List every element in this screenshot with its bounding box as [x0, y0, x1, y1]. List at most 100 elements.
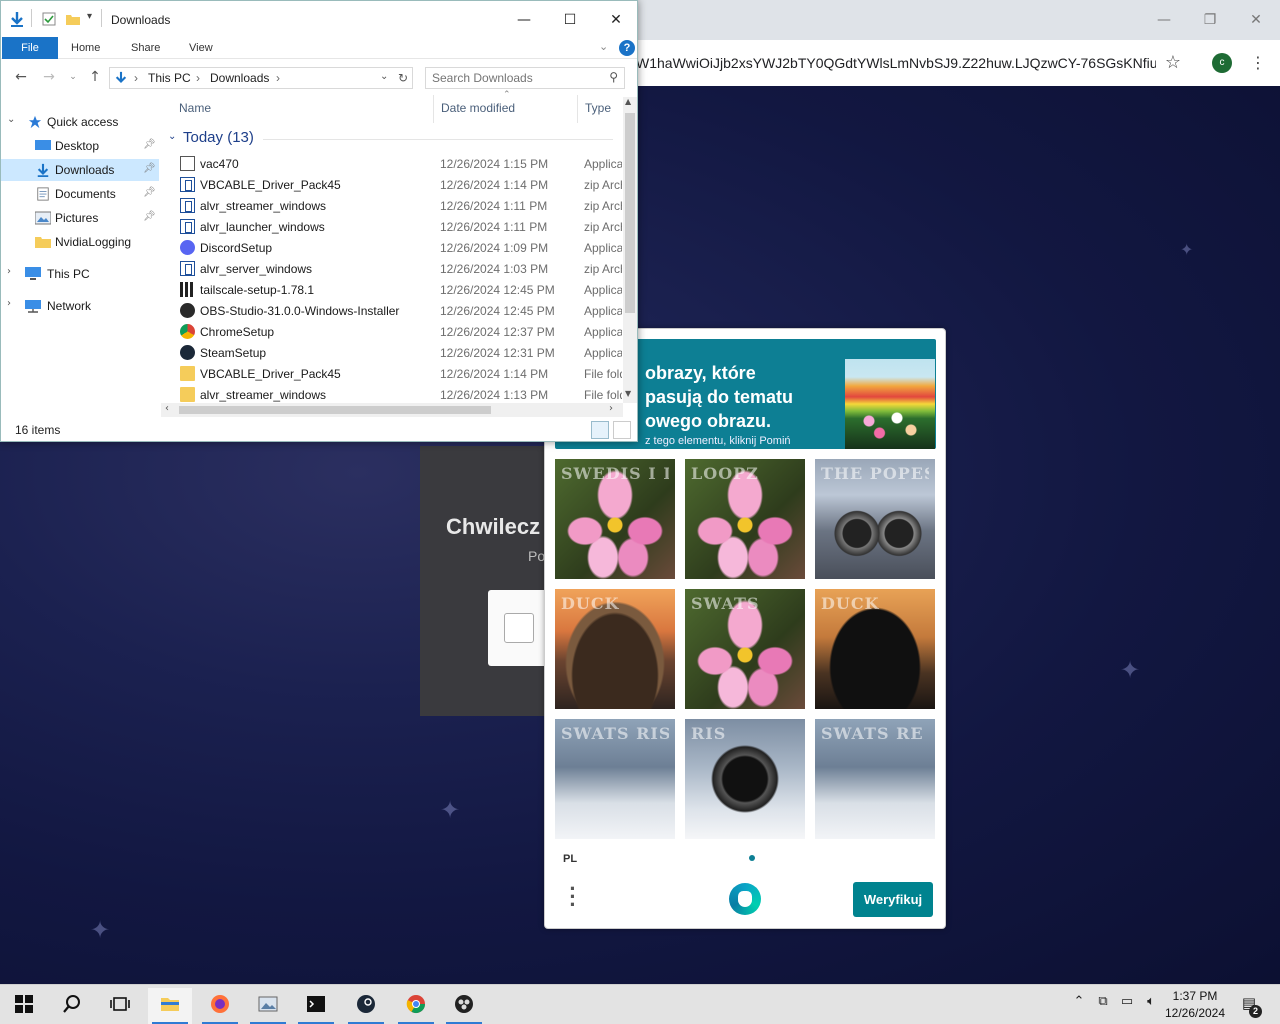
steam-file-icon	[180, 345, 195, 360]
large-icons-view-icon[interactable]	[613, 421, 631, 439]
search-taskbar-button[interactable]	[50, 988, 94, 1024]
breadcrumb-downloads[interactable]: Downloads	[210, 71, 269, 85]
breadcrumb-separator: ›	[196, 71, 200, 85]
explorer-close-button[interactable]: ✕	[593, 7, 639, 33]
scroll-left-icon[interactable]: ‹	[165, 403, 169, 414]
back-arrow-icon[interactable]: ←	[13, 69, 29, 85]
group-collapse-icon[interactable]: ⌄	[168, 131, 176, 142]
ethernet-tray-icon[interactable]: ▭	[1118, 994, 1136, 1012]
chrome-menu-icon[interactable]: ⋮	[1250, 52, 1266, 74]
nav-item-desktop[interactable]: Desktop 📌︎	[1, 135, 159, 157]
taskbar-obs-button[interactable]	[442, 988, 486, 1024]
nav-expand-icon[interactable]: ›	[7, 298, 11, 309]
file-name: ChromeSetup	[200, 325, 275, 339]
file-row[interactable]: tailscale-setup-1.78.1 12/26/2024 12:45 P…	[177, 279, 623, 300]
file-row[interactable]: SteamSetup 12/26/2024 12:31 PM Application	[177, 342, 623, 363]
taskbar-chrome-button[interactable]	[394, 988, 438, 1024]
vertical-scroll-thumb[interactable]	[625, 113, 635, 313]
nav-expand-icon[interactable]: ›	[7, 266, 11, 277]
horizontal-scroll-thumb[interactable]	[179, 406, 491, 414]
ribbon-tab-share[interactable]: Share	[131, 42, 160, 54]
file-row[interactable]: ChromeSetup 12/26/2024 12:37 PM Applicatio…	[177, 321, 623, 342]
details-view-icon[interactable]	[591, 421, 609, 439]
captcha-tile[interactable]: SWEDIS I LOOPZ	[555, 459, 675, 579]
explorer-maximize-button[interactable]: ☐	[547, 7, 593, 33]
file-row[interactable]: DiscordSetup 12/26/2024 1:09 PM Applicatio…	[177, 237, 623, 258]
verify-button[interactable]: Weryfikuj	[853, 882, 933, 917]
address-field[interactable]: › This PC › Downloads › ⌄ ↻	[109, 67, 413, 89]
scroll-down-icon[interactable]: ▼	[625, 389, 631, 398]
taskbar-terminal-button[interactable]	[294, 988, 338, 1024]
taskbar-steam-button[interactable]	[344, 988, 388, 1024]
expand-ribbon-icon[interactable]: ⌄	[599, 40, 608, 53]
captcha-tile[interactable]: DUCK	[555, 589, 675, 709]
system-clock[interactable]: 1:37 PM 12/26/2024	[1160, 988, 1230, 1022]
nav-expand-icon[interactable]: ⌄	[7, 114, 15, 125]
group-header-today[interactable]: Today (13)	[183, 129, 254, 146]
captcha-tile[interactable]: THE POPES LARAND	[815, 459, 935, 579]
taskbar-firefox-button[interactable]	[198, 988, 242, 1024]
nav-item-downloads[interactable]: Downloads 📌︎	[1, 159, 159, 181]
forward-arrow-icon[interactable]: →	[41, 69, 57, 85]
show-hidden-icons-icon[interactable]: ⌃	[1070, 994, 1088, 1012]
language-selector[interactable]: PL	[563, 853, 577, 865]
nav-item-nvidialogging[interactable]: NvidiaLogging	[1, 231, 159, 253]
start-button[interactable]	[2, 988, 46, 1024]
nav-item-documents[interactable]: Documents 📌︎	[1, 183, 159, 205]
chrome-minimize-button[interactable]: —	[1152, 8, 1176, 32]
captcha-tile[interactable]: SWATS	[685, 589, 805, 709]
chrome-close-button[interactable]: ✕	[1244, 8, 1268, 32]
address-dropdown-icon[interactable]: ⌄	[380, 71, 388, 82]
profile-avatar[interactable]: c	[1212, 53, 1232, 73]
file-row[interactable]: VBCABLE_Driver_Pack45 12/26/2024 1:14 PM F…	[177, 363, 623, 384]
column-header-name[interactable]: Name	[179, 101, 211, 115]
captcha-checkbox[interactable]	[504, 613, 534, 643]
file-row[interactable]: alvr_launcher_windows 12/26/2024 1:11 PM z…	[177, 216, 623, 237]
scroll-up-icon[interactable]: ▲	[625, 97, 631, 106]
file-row[interactable]: VBCABLE_Driver_Pack45 12/26/2024 1:14 PM z…	[177, 174, 623, 195]
nav-item-quick-access[interactable]: ⌄ Quick access	[1, 111, 159, 133]
search-input[interactable]	[432, 70, 602, 86]
captcha-tile[interactable]: RIS	[685, 719, 805, 839]
taskbar-file-explorer-button[interactable]	[148, 988, 192, 1024]
ribbon-tab-file[interactable]: File	[2, 37, 58, 59]
captcha-menu-icon[interactable]: · · ·	[567, 878, 579, 916]
up-arrow-icon[interactable]: ↑	[87, 69, 103, 85]
column-header-type[interactable]: Type	[585, 101, 611, 115]
scroll-right-icon[interactable]: ›	[609, 403, 613, 414]
file-row[interactable]: vac470 12/26/2024 1:15 PM Application	[177, 153, 623, 174]
discord-file-icon	[180, 240, 195, 255]
help-icon[interactable]: ?	[619, 40, 635, 56]
nav-item-network[interactable]: › Network	[1, 295, 159, 317]
captcha-tile[interactable]: SWATS RIS	[555, 719, 675, 839]
column-separator[interactable]	[577, 95, 578, 123]
nav-item-pictures[interactable]: Pictures 📌︎	[1, 207, 159, 229]
task-view-button[interactable]	[98, 988, 142, 1024]
network-tray-icon[interactable]: ⧉	[1094, 994, 1112, 1012]
volume-icon[interactable]: 🔈︎	[1142, 994, 1160, 1012]
notification-center-icon[interactable]: ▤ 2	[1238, 994, 1262, 1018]
file-row[interactable]: alvr_streamer_windows 12/26/2024 1:13 PM F…	[177, 384, 623, 403]
captcha-example-image	[845, 359, 935, 449]
taskbar-photos-button[interactable]	[246, 988, 290, 1024]
column-separator[interactable]	[433, 95, 434, 123]
breadcrumb-this-pc[interactable]: This PC	[148, 71, 191, 85]
column-header-date[interactable]: Date modified	[441, 101, 515, 115]
ribbon-tab-view[interactable]: View	[189, 42, 213, 54]
file-row[interactable]: alvr_server_windows 12/26/2024 1:03 PM zip…	[177, 258, 623, 279]
refresh-icon[interactable]: ↻	[398, 71, 408, 85]
address-bar[interactable]: W1haWwiOiJjb2xsYWJ2bTY0QGdtYWlsLmNvbSJ9.…	[636, 55, 1156, 73]
file-row[interactable]: OBS-Studio-31.0.0-Windows-Installer 12/26…	[177, 300, 623, 321]
properties-icon[interactable]	[41, 11, 57, 27]
bookmark-star-icon[interactable]: ☆	[1162, 52, 1184, 74]
recent-locations-icon[interactable]: ⌄	[65, 69, 81, 85]
file-row[interactable]: alvr_streamer_windows 12/26/2024 1:11 PM z…	[177, 195, 623, 216]
captcha-tile[interactable]: SWATS RE	[815, 719, 935, 839]
captcha-tile[interactable]: DUCK	[815, 589, 935, 709]
chrome-restore-button[interactable]: ❐	[1198, 8, 1222, 32]
ribbon-tab-home[interactable]: Home	[71, 42, 100, 54]
nav-item-this-pc[interactable]: › This PC	[1, 263, 159, 285]
explorer-minimize-button[interactable]: —	[501, 7, 547, 33]
new-folder-icon[interactable]	[65, 11, 81, 27]
captcha-tile[interactable]: LOOPZ	[685, 459, 805, 579]
